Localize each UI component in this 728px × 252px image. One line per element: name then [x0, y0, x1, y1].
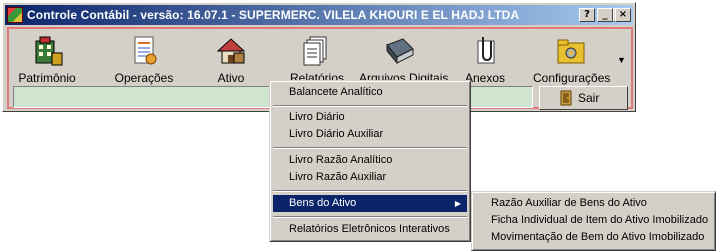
book-icon	[386, 38, 414, 65]
menu-item-balancete-analitico[interactable]: Balancete Analítico	[273, 84, 467, 101]
menu-separator	[273, 105, 467, 107]
minimize-button[interactable]: _	[597, 8, 613, 22]
menu-item-livro-diario-auxiliar[interactable]: Livro Diário Auxiliar	[273, 126, 467, 143]
reports-icon	[303, 36, 327, 66]
submenu-item-movimentacao-bem[interactable]: Movimentação de Bem do Ativo Imobilizado	[475, 229, 712, 246]
toolbar-label: Operações	[114, 71, 174, 85]
toolbar-anexos-button[interactable]: Anexos	[457, 33, 513, 85]
app-icon	[7, 7, 23, 23]
menu-separator	[273, 216, 467, 218]
building-icon	[35, 36, 63, 66]
door-icon	[560, 90, 572, 106]
close-button[interactable]: ×	[615, 8, 631, 22]
help-button[interactable]: ?	[579, 8, 595, 22]
toolbar-patrimonio-button[interactable]: Patrimônio	[17, 33, 77, 85]
toolbar-label: Configurações	[533, 71, 611, 85]
toolbar-label: Ativo	[217, 71, 245, 85]
toolbar-relatorios-button[interactable]: Relatórios	[287, 33, 347, 85]
bens-do-ativo-submenu: Razão Auxiliar de Bens do Ativo Ficha In…	[471, 191, 716, 251]
menu-item-livro-razao-auxiliar[interactable]: Livro Razão Auxiliar	[273, 169, 467, 186]
toolbar-configuracoes-button[interactable]: Configurações	[533, 33, 611, 85]
submenu-arrow-icon: ▶	[454, 199, 461, 208]
reports-menu: Balancete Analítico Livro Diário Livro D…	[269, 80, 471, 242]
toolbar-more-arrow-icon[interactable]: ▼	[617, 55, 626, 65]
document-icon	[134, 36, 157, 65]
menu-item-livro-diario[interactable]: Livro Diário	[273, 109, 467, 126]
menu-item-label: Bens do Ativo	[289, 197, 357, 209]
toolbar-operacoes-button[interactable]: Operações	[111, 33, 177, 85]
menu-separator	[273, 190, 467, 192]
toolbar-ativo-button[interactable]: Ativo	[205, 33, 257, 85]
toolbar-arquivos-digitais-button[interactable]: Arquivos Digitais	[359, 33, 448, 85]
menu-item-bens-do-ativo[interactable]: Bens do Ativo ▶	[273, 195, 467, 212]
submenu-item-ficha-individual[interactable]: Ficha Individual de Item do Ativo Imobil…	[475, 212, 712, 229]
submenu-item-razao-auxiliar-bens[interactable]: Razão Auxiliar de Bens do Ativo	[475, 195, 712, 212]
exit-label: Sair	[578, 91, 600, 105]
paperclip-icon	[477, 37, 495, 64]
house-icon	[216, 38, 246, 64]
toolbar-label: Patrimônio	[18, 71, 76, 85]
folder-tools-icon	[557, 39, 585, 64]
exit-button[interactable]: Sair	[539, 86, 628, 110]
menu-item-livro-razao-analitico[interactable]: Livro Razão Analítico	[273, 152, 467, 169]
window-title: Controle Contábil - versão: 16.07.1 - SU…	[27, 8, 520, 22]
menu-item-relatorios-eletronicos[interactable]: Relatórios Eletrônicos Interativos	[273, 221, 467, 238]
menu-separator	[273, 147, 467, 149]
title-bar[interactable]: Controle Contábil - versão: 16.07.1 - SU…	[5, 5, 633, 25]
